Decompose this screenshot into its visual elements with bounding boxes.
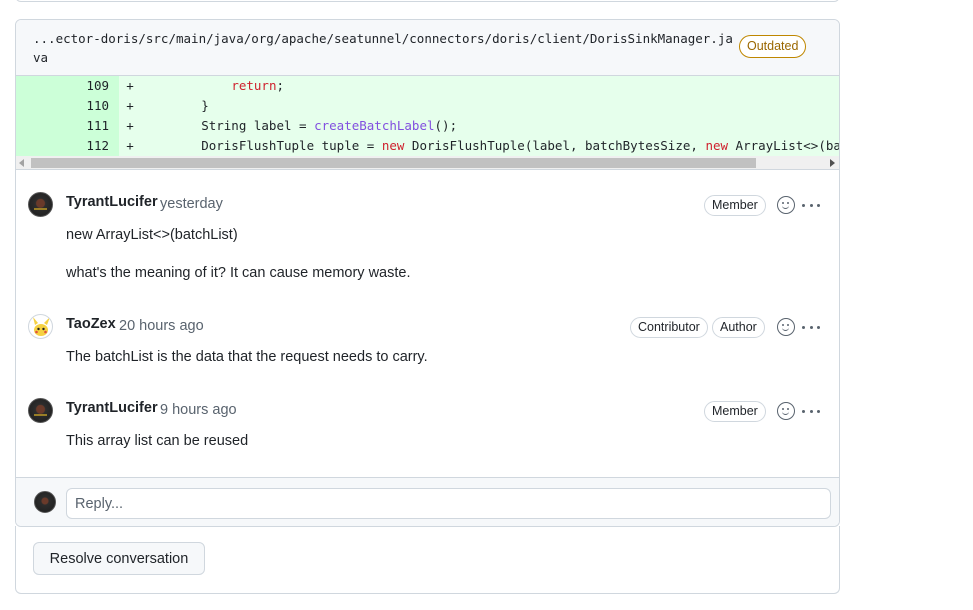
resolve-conversation-button[interactable]: Resolve conversation [33,542,205,575]
more-options-icon[interactable] [802,318,820,336]
comment-body: This array list can be reused [66,433,249,449]
review-comment: TyrantLucifer 9 hours ago Member This ar… [16,378,839,477]
scroll-left-arrow-icon[interactable] [19,159,24,167]
scrollbar-thumb[interactable] [31,158,756,168]
more-options-icon[interactable] [802,196,820,214]
code-line: DorisFlushTuple tuple = new DorisFlushTu… [141,138,839,153]
comment-body: new ArrayList<>(batchList) [66,227,238,243]
member-badge: Member [704,195,766,216]
reply-area [16,477,839,526]
code-line: return; [231,78,284,93]
more-options-icon[interactable] [802,402,820,420]
scroll-right-arrow-icon[interactable] [830,159,835,167]
comment-timestamp[interactable]: 20 hours ago [119,318,204,334]
avatar[interactable] [28,398,53,423]
comment-timestamp[interactable]: yesterday [160,196,223,212]
line-number[interactable]: 110 [16,96,119,116]
line-number[interactable]: 109 [16,76,119,96]
comment-author[interactable]: TaoZex [66,316,116,332]
review-comment: TyrantLucifer yesterday Member new Array… [16,172,839,292]
emoji-reaction-icon[interactable] [777,196,795,214]
diff-line: 112 + DorisFlushTuple tuple = new DorisF… [16,136,839,156]
reply-input[interactable] [66,488,831,519]
comment-body: The batchList is the data that the reque… [66,349,428,365]
outdated-badge: Outdated [739,35,807,58]
diff-line: 109 + return; [16,76,839,96]
comment-author[interactable]: TyrantLucifer [66,400,158,416]
code-line: } [141,98,209,113]
review-thread: ...ector-doris/src/main/java/org/apache/… [15,19,840,527]
line-number[interactable]: 111 [16,116,119,136]
comment-author[interactable]: TyrantLucifer [66,194,158,210]
member-badge: Member [704,401,766,422]
comment-body: what's the meaning of it? It can cause m… [66,265,411,281]
file-header: ...ector-doris/src/main/java/org/apache/… [16,20,839,76]
diff-hunk: 109 + return; 110 + } 111 + String label… [16,76,839,156]
pikachu-avatar-icon [33,317,50,336]
avatar [34,491,56,513]
code-line: String label = createBatchLabel(); [141,118,458,133]
diff-line: 111 + String label = createBatchLabel(); [16,116,839,136]
author-badge: Author [712,317,765,338]
diff-marker: + [126,138,134,153]
diff-marker: + [126,78,134,93]
review-comment: TaoZex 20 hours ago Contributor Author T… [16,294,839,378]
file-path-link[interactable]: ...ector-doris/src/main/java/org/apache/… [33,29,733,67]
diff-line: 110 + } [16,96,839,116]
emoji-reaction-icon[interactable] [777,402,795,420]
contributor-badge: Contributor [630,317,708,338]
diff-marker: + [126,118,134,133]
avatar[interactable] [28,192,53,217]
emoji-reaction-icon[interactable] [777,318,795,336]
line-number[interactable]: 112 [16,136,119,156]
comment-timestamp[interactable]: 9 hours ago [160,402,237,418]
avatar[interactable] [28,314,53,339]
diff-marker: + [126,98,134,113]
previous-card-edge [15,0,840,2]
resolve-section: Resolve conversation [15,526,840,594]
horizontal-scrollbar[interactable] [16,156,839,170]
